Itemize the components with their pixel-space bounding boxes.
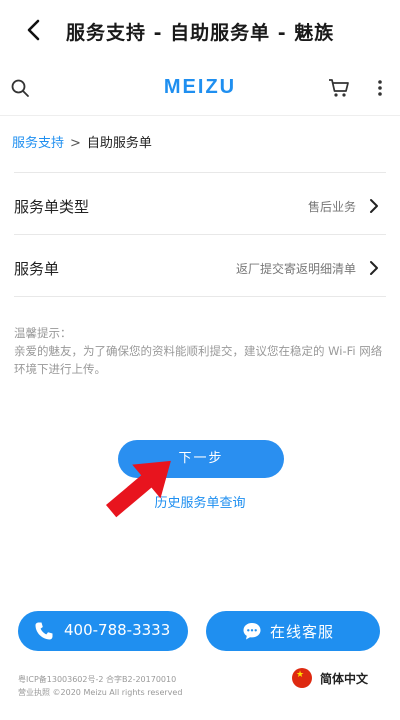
row-label: 服务单类型 xyxy=(14,198,90,216)
row-value: 返厂提交寄返明细清单 xyxy=(235,262,356,276)
cart-icon[interactable] xyxy=(328,77,350,99)
china-flag-icon: ★ xyxy=(292,668,312,688)
app-titlebar: 服务支持 - 自助服务单 - 魅族 xyxy=(0,0,400,62)
chevron-right-icon xyxy=(370,261,378,275)
breadcrumb-separator: > xyxy=(70,136,81,151)
breadcrumb: 服务支持 > 自助服务单 xyxy=(12,132,152,151)
rights-line: 营业执照 ©2020 Meizu All rights reserved xyxy=(18,688,183,697)
copyright-text: 粤ICP备13003602号-2 合字B2-20170010 营业执照 ©202… xyxy=(18,673,182,699)
annotation-arrow-icon xyxy=(105,460,171,518)
back-arrow-icon[interactable] xyxy=(22,18,46,42)
phone-hotline-button[interactable]: 400-788-3333 xyxy=(18,611,188,651)
history-tickets-link[interactable]: 历史服务单查询 xyxy=(0,492,400,511)
more-icon[interactable] xyxy=(372,78,388,98)
online-service-label: 在线客服 xyxy=(270,623,335,641)
form-row-ticket[interactable]: 服务单 返厂提交寄返明细清单 xyxy=(0,236,400,300)
breadcrumb-current: 自助服务单 xyxy=(86,136,152,151)
breadcrumb-link-service-support[interactable]: 服务支持 xyxy=(12,136,64,151)
divider xyxy=(14,296,386,297)
chevron-right-icon xyxy=(370,199,378,213)
page-title: 服务支持 - 自助服务单 - 魅族 xyxy=(66,22,335,44)
divider xyxy=(14,234,386,235)
site-header: MEIZU xyxy=(0,62,400,116)
chat-icon xyxy=(243,623,261,640)
tips-heading: 温馨提示： xyxy=(14,326,72,340)
language-label: 简体中文 xyxy=(320,672,369,686)
row-value: 售后业务 xyxy=(307,200,356,214)
icp-line: 粤ICP备13003602号-2 合字B2-20170010 xyxy=(18,675,177,684)
phone-icon xyxy=(35,622,53,640)
tips-body: 亲爱的魅友，为了确保您的资料能顺利提交，建议您在稳定的 Wi-Fi 网络环境下进… xyxy=(14,344,383,376)
form-row-ticket-type[interactable]: 服务单类型 售后业务 xyxy=(0,174,400,238)
divider xyxy=(14,172,386,173)
online-service-button[interactable]: 在线客服 xyxy=(206,611,380,651)
row-label: 服务单 xyxy=(14,260,60,278)
tips-section: 温馨提示： 亲爱的魅友，为了确保您的资料能顺利提交，建议您在稳定的 Wi-Fi … xyxy=(14,324,388,378)
phone-number-label: 400-788-3333 xyxy=(64,621,171,639)
